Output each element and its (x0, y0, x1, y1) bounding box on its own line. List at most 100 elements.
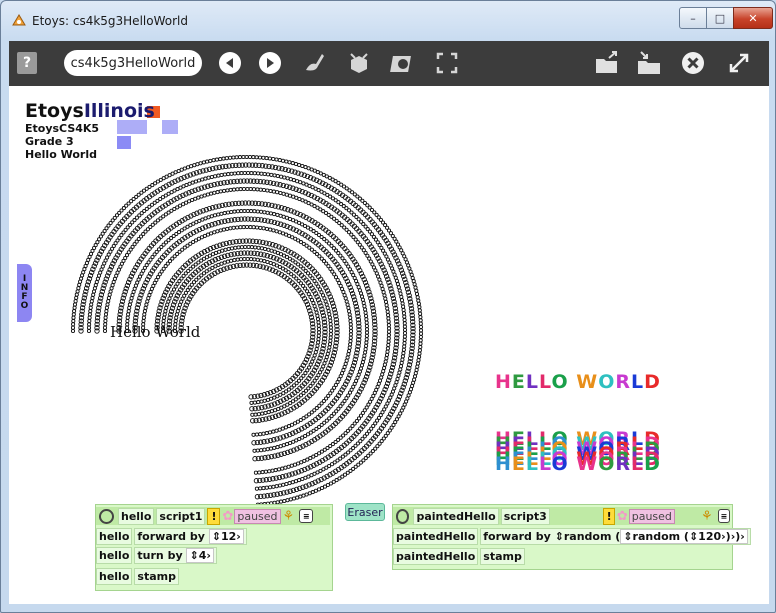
resize-button[interactable] (725, 49, 753, 77)
value-arrow-icon: ⇕ (211, 529, 221, 543)
script-status[interactable]: paused (628, 508, 675, 524)
stamp-mark (418, 318, 423, 323)
close-window-button[interactable]: ✕ (733, 7, 773, 29)
stamp-mark (164, 305, 169, 310)
stamp-mark (273, 468, 278, 473)
project-name-field[interactable]: cs4k5g3HelloWorld (64, 50, 202, 76)
stamp-mark (363, 347, 368, 352)
script-tile-row[interactable]: paintedHello forward by ⇕ random (⇕ random… (393, 527, 753, 545)
value-arrow-icon: ⇕ (623, 529, 633, 543)
script-menu-icon[interactable]: ≡ (717, 509, 730, 523)
script-tile-row[interactable]: hello turn by ⇕ 4 › (96, 546, 219, 564)
stamp-mark (418, 324, 424, 330)
tile-wand-icon[interactable]: ⚘ (283, 509, 295, 524)
stamp-mark (252, 400, 257, 405)
tile-wand-icon[interactable]: ⚘ (701, 509, 713, 524)
stamp-mark (206, 215, 211, 220)
help-button[interactable]: ? (17, 52, 37, 74)
minimize-button[interactable]: – (679, 7, 707, 29)
stamp-mark (254, 155, 259, 160)
stamp-mark (277, 158, 282, 163)
stamp-mark (262, 210, 267, 215)
stamp-mark (249, 257, 254, 262)
hello-script-editor[interactable]: hello script1 ! ✿ paused ⚘ ≡ hello forwa… (95, 504, 333, 591)
fullscreen-button[interactable] (433, 49, 461, 77)
stamp-mark (284, 159, 289, 164)
stamp-mark (402, 321, 407, 326)
stamp-mark (203, 176, 208, 181)
stamp-mark (269, 248, 274, 253)
ticking-clock-icon[interactable]: ✿ (617, 509, 628, 524)
stamp-mark (244, 154, 249, 160)
stamp-mark (231, 187, 237, 192)
stamp-mark (265, 259, 270, 265)
stamp-mark (221, 227, 226, 232)
stamp-mark (347, 345, 352, 350)
stamp-mark (272, 395, 277, 400)
stamp-mark (229, 246, 235, 251)
script-tile-row[interactable]: paintedHello stamp (393, 547, 527, 565)
hello-sprite-text[interactable]: Hello World (110, 323, 200, 341)
eraser-button[interactable]: Eraser (345, 503, 385, 521)
stamp-mark (261, 187, 267, 193)
etoys-world[interactable]: EtoysIllinois EtoysCS4K5 Grade 3 Hello W… (9, 86, 769, 604)
stamp-mark (386, 336, 391, 341)
stamp-mark (127, 302, 132, 307)
globe-button[interactable] (389, 49, 417, 77)
script-name-field[interactable]: script3 (500, 507, 550, 525)
stamp-mark (347, 312, 352, 317)
stamp-mark (89, 299, 94, 304)
stamp-mark (162, 312, 167, 317)
stamp-mark (76, 286, 81, 291)
run-script-icon[interactable]: ! (207, 507, 221, 525)
hello-letter: O (551, 371, 569, 393)
painted-hello-script-editor[interactable]: paintedHello script3 ! ✿ paused ⚘ ≡ pain… (392, 504, 751, 570)
random-tile[interactable]: random (564, 530, 612, 543)
maximize-button[interactable]: □ (706, 7, 734, 29)
script-name-field[interactable]: script1 (156, 507, 206, 525)
stamp-mark (253, 470, 258, 475)
stamp-mark (251, 187, 257, 192)
hello-letter: E (511, 371, 526, 393)
stamp-mark (220, 248, 225, 253)
script-status[interactable]: paused (234, 508, 281, 524)
stamp-mark (228, 226, 233, 231)
stamp-mark (379, 375, 384, 380)
stamp-mark (396, 373, 401, 378)
stamp-mark (316, 327, 322, 332)
etoys-toolbar: ? cs4k5g3HelloWorld (9, 41, 769, 86)
stamp-mark (282, 498, 287, 504)
stamp-mark (327, 315, 332, 320)
run-once-icon[interactable] (99, 508, 114, 524)
load-project-button[interactable] (593, 49, 621, 77)
script-tile-row[interactable]: hello stamp (96, 567, 181, 585)
stamp-mark (225, 226, 230, 231)
forward-button[interactable] (259, 52, 281, 74)
run-once-icon[interactable] (396, 508, 410, 524)
paint-button[interactable] (301, 49, 329, 77)
stamp-mark (228, 155, 233, 160)
tile-command: forward by ⇕ random (⇕ random (⇕ 120 ›)›)› (480, 527, 751, 545)
stamp-mark (417, 354, 422, 359)
hello-letter: W (576, 453, 599, 475)
supplies-button[interactable] (345, 49, 373, 77)
stamp-mark (381, 369, 386, 374)
stamp-mark (418, 334, 423, 340)
script-tile-row[interactable]: hello forward by ⇕ 12 › (96, 527, 249, 545)
stamp-mark (383, 359, 388, 364)
stamp-mark (238, 187, 243, 192)
stamp-mark (271, 484, 276, 489)
tile-value[interactable]: ⇕ 12 › (208, 528, 244, 544)
save-project-button[interactable] (635, 49, 663, 77)
script-menu-icon[interactable]: ≡ (299, 509, 314, 523)
run-script-icon[interactable]: ! (603, 507, 615, 525)
stamped-hello-text: HELLO WORLD (495, 453, 661, 475)
hello-letter: L (539, 371, 552, 393)
stamp-mark (416, 301, 421, 306)
tile-value[interactable]: ⇕ 4 › (186, 547, 214, 563)
tile-value[interactable]: ⇕ random (⇕ 120 ›)›)› (620, 528, 748, 544)
ticking-clock-icon[interactable]: ✿ (222, 509, 233, 524)
quit-button[interactable] (679, 49, 707, 77)
painted-hello-sprite[interactable]: HELLO WORLD (495, 371, 661, 393)
back-button[interactable] (219, 52, 241, 74)
